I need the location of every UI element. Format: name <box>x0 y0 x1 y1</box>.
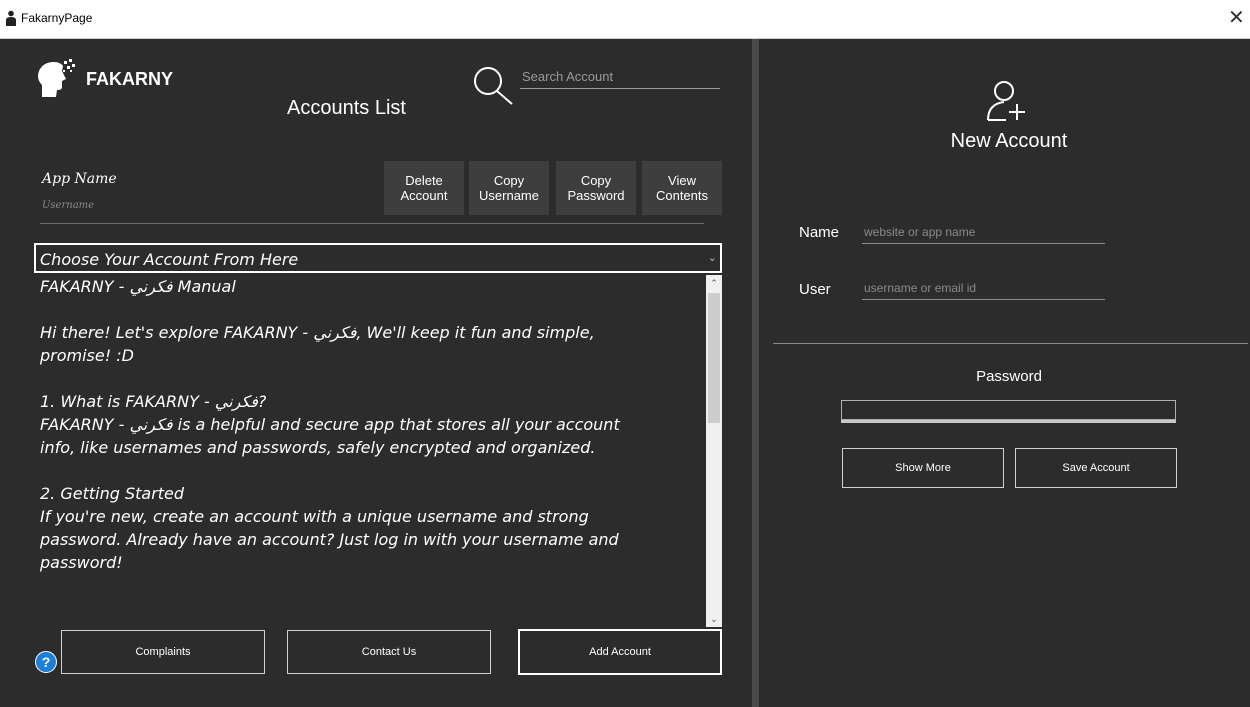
name-label: Name <box>799 224 840 241</box>
manual-textbox[interactable]: FAKARNY - فكرني Manual Hi there! Let's ex… <box>34 275 706 627</box>
name-field[interactable] <box>862 221 1105 244</box>
panel-divider <box>752 39 759 707</box>
username-header: Username <box>42 200 95 211</box>
scroll-down-icon[interactable]: ⌄ <box>706 611 722 627</box>
account-select[interactable]: Choose Your Account From Here ⌄ <box>34 243 722 273</box>
manual-line: 1. What is FAKARNY - فكرني? <box>40 392 267 411</box>
delete-account-button[interactable]: Delete Account <box>384 161 464 215</box>
add-account-button[interactable]: Add Account <box>518 629 722 675</box>
close-icon[interactable]: ✕ <box>1228 6 1245 30</box>
manual-line: password! <box>40 553 123 572</box>
password-strength-bar <box>841 420 1176 423</box>
manual-blank-line <box>40 459 700 482</box>
manual-line: Hi there! Let's explore FAKARNY - فكرني,… <box>40 323 595 342</box>
copy-username-button[interactable]: Copy Username <box>469 161 549 215</box>
search-icon[interactable] <box>470 63 516 107</box>
scroll-up-icon[interactable]: ⌃ <box>706 275 722 291</box>
header-divider <box>40 223 704 224</box>
new-account-title: New Account <box>950 130 1068 152</box>
manual-line: If you're new, create an account with a … <box>40 507 589 526</box>
show-more-button[interactable]: Show More <box>842 448 1004 488</box>
head-logo-icon <box>38 59 75 97</box>
manual-line: promise! :D <box>40 346 134 365</box>
manual-blank-line <box>40 298 700 321</box>
view-contents-button[interactable]: View Contents <box>642 161 722 215</box>
manual-blank-line <box>40 367 700 390</box>
help-icon[interactable]: ? <box>35 651 57 673</box>
manual-line: password. Already have an account? Just … <box>40 530 619 549</box>
manual-line: 2. Getting Started <box>40 484 185 503</box>
new-account-panel: New Account Name User Password Show More… <box>759 39 1250 707</box>
manual-line: info, like usernames and passwords, safe… <box>40 438 596 457</box>
account-select-value: Choose Your Account From Here <box>40 250 299 269</box>
chevron-down-icon[interactable]: ⌄ <box>708 251 717 264</box>
accounts-panel: FAKARNY Accounts List App Name Username … <box>0 39 752 707</box>
user-field[interactable] <box>862 277 1105 300</box>
user-label: User <box>799 281 831 298</box>
page-title: Accounts List <box>287 97 406 119</box>
password-label: Password <box>976 368 1042 385</box>
search-input[interactable] <box>520 64 720 89</box>
add-user-icon <box>987 81 1025 121</box>
manual-line: FAKARNY - فكرني is a helpful and secure … <box>40 415 620 434</box>
window-title: FakarnyPage <box>21 11 93 25</box>
copy-password-button[interactable]: Copy Password <box>556 161 636 215</box>
scrollbar-thumb[interactable] <box>708 293 720 423</box>
manual-scrollbar[interactable]: ⌃ ⌄ <box>706 275 722 627</box>
password-field[interactable] <box>841 400 1176 420</box>
manual-line: FAKARNY - فكرني Manual <box>40 277 236 296</box>
save-account-button[interactable]: Save Account <box>1015 448 1177 488</box>
contact-us-button[interactable]: Contact Us <box>287 630 491 674</box>
complaints-button[interactable]: Complaints <box>61 630 265 674</box>
app-name-header: App Name <box>42 171 117 187</box>
window-titlebar: FakarnyPage ✕ <box>0 0 1250 39</box>
form-divider <box>773 343 1248 344</box>
person-icon <box>6 10 16 26</box>
brand-name: FAKARNY <box>86 69 174 89</box>
